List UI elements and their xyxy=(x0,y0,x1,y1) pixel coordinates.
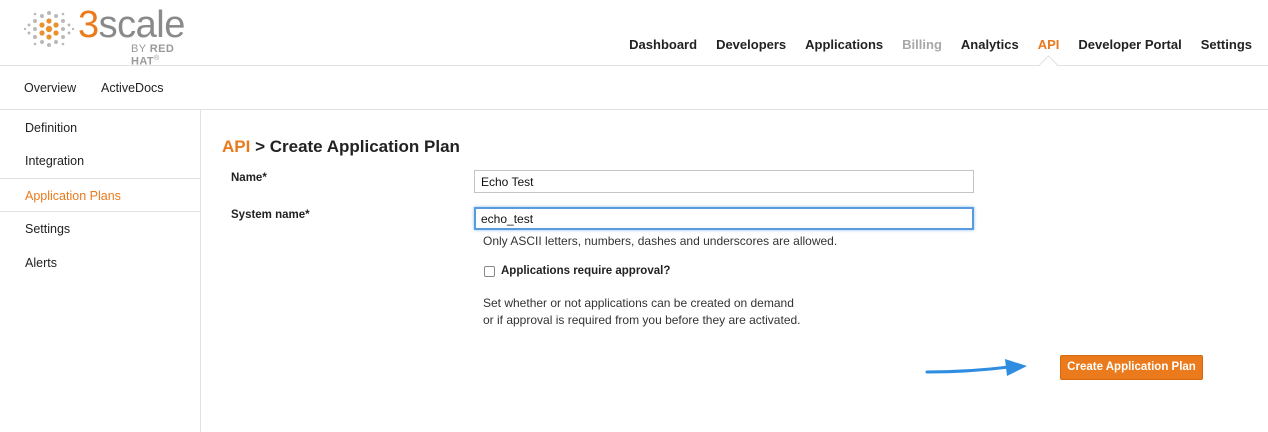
sub-nav-overview[interactable]: Overview xyxy=(24,81,76,95)
approval-checkbox[interactable] xyxy=(484,265,495,277)
name-label: Name* xyxy=(231,172,267,184)
sidebar-item-application-plans[interactable]: Application Plans xyxy=(0,178,200,212)
breadcrumb-api[interactable]: API xyxy=(222,137,250,156)
main-nav: Dashboard Developers Applications Billin… xyxy=(610,37,1252,52)
sidebar-item-alerts[interactable]: Alerts xyxy=(0,246,200,280)
logo-subtitle: BY RED HAT® xyxy=(131,43,192,68)
main-nav-settings[interactable]: Settings xyxy=(1201,37,1252,52)
main-nav-analytics[interactable]: Analytics xyxy=(961,37,1019,52)
sidebar-item-integration[interactable]: Integration xyxy=(0,144,200,178)
sidebar: Definition Integration Application Plans… xyxy=(0,110,201,432)
sidebar-item-settings[interactable]: Settings xyxy=(0,212,200,246)
blue-arrow-pointer-icon xyxy=(925,359,1027,376)
logo-wordmark-rest: scale xyxy=(98,4,186,46)
sub-nav: Overview ActiveDocs xyxy=(0,66,1268,110)
main-nav-billing[interactable]: Billing xyxy=(902,37,942,52)
create-application-plan-button[interactable]: Create Application Plan xyxy=(1060,355,1203,380)
approval-checkbox-row: Applications require approval? xyxy=(484,265,670,277)
page-title-text: Create Application Plan xyxy=(269,137,460,156)
main-nav-developers[interactable]: Developers xyxy=(716,37,786,52)
sub-nav-activedocs[interactable]: ActiveDocs xyxy=(101,81,164,95)
main-nav-applications[interactable]: Applications xyxy=(805,37,883,52)
logo-sub-by: BY xyxy=(131,43,150,55)
approval-checkbox-label[interactable]: Applications require approval? xyxy=(501,265,670,277)
sidebar-item-definition[interactable]: Definition xyxy=(0,111,200,145)
approval-description-line-2: or if approval is required from you befo… xyxy=(483,313,801,327)
dot-cluster-logo-icon xyxy=(23,11,75,47)
approval-description-line-1: Set whether or not applications can be c… xyxy=(483,296,794,310)
logo-wordmark: 3scale xyxy=(78,3,185,47)
logo-sub-mark: ® xyxy=(154,55,160,62)
system-name-label: System name* xyxy=(231,209,310,221)
system-name-hint: Only ASCII letters, numbers, dashes and … xyxy=(483,234,838,248)
main-nav-developer-portal[interactable]: Developer Portal xyxy=(1078,37,1181,52)
name-field[interactable]: Echo Test xyxy=(474,170,974,193)
main-nav-dashboard[interactable]: Dashboard xyxy=(629,37,697,52)
page-title: API > Create Application Plan xyxy=(222,137,460,157)
breadcrumb-separator: > xyxy=(250,137,270,156)
top-header: 3scale BY RED HAT® Dashboard Developers … xyxy=(0,0,1268,68)
3scale-logo[interactable]: 3scale BY RED HAT® xyxy=(22,3,192,68)
system-name-field[interactable]: echo_test xyxy=(474,207,974,230)
main-nav-api[interactable]: API xyxy=(1038,37,1060,52)
approval-description: Set whether or not applications can be c… xyxy=(483,295,883,329)
logo-wordmark-three: 3 xyxy=(78,4,99,46)
